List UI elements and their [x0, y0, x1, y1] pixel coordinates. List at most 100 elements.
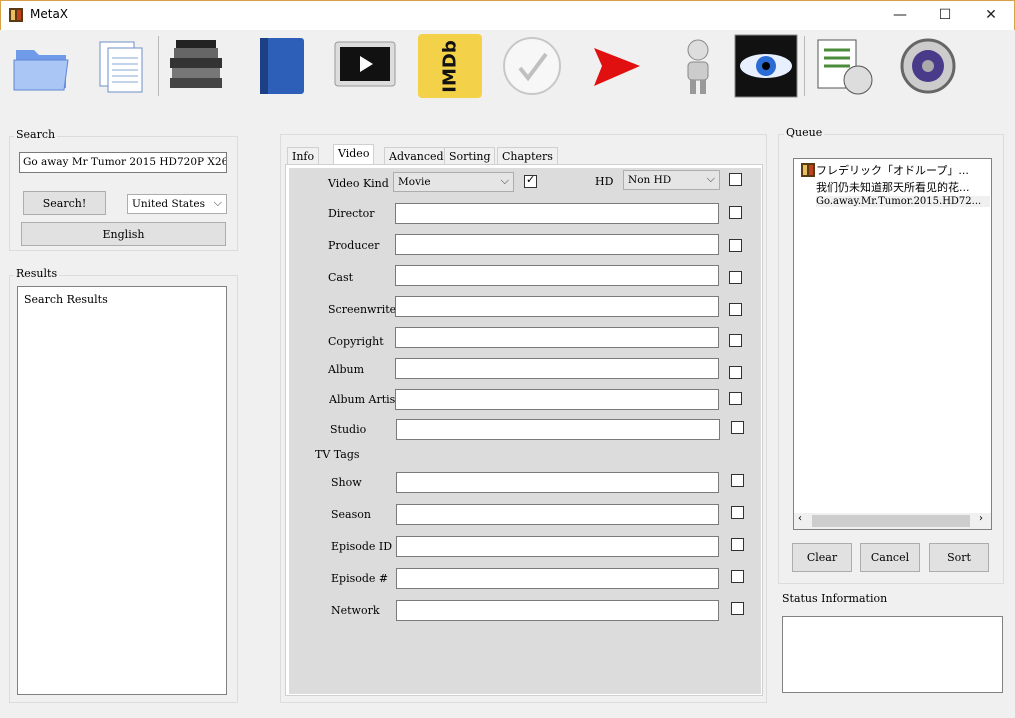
season-field[interactable]	[396, 504, 719, 525]
season-label: Season	[331, 508, 371, 521]
album-checkbox[interactable]	[729, 366, 742, 379]
screenwriter-checkbox[interactable]	[729, 303, 742, 316]
language-button[interactable]: English	[21, 222, 226, 246]
sort-button[interactable]: Sort	[929, 543, 989, 572]
minimize-icon: —	[893, 7, 907, 23]
search-button[interactable]: Search!	[23, 191, 106, 215]
producer-label: Producer	[328, 239, 380, 252]
chevron-down-icon: ⌵	[500, 174, 509, 187]
country-select[interactable]: United States ⌵	[127, 194, 227, 214]
tab-info[interactable]: Info	[287, 147, 320, 165]
toolbar-separator	[804, 36, 805, 96]
toolbar-separator	[158, 36, 159, 96]
new-document-icon[interactable]	[90, 34, 154, 98]
video-player-icon[interactable]	[333, 34, 397, 98]
search-input[interactable]: Go away Mr Tumor 2015 HD720P X264	[19, 152, 227, 173]
tv-tags-label: TV Tags	[315, 448, 360, 461]
tab-video[interactable]: Video	[333, 144, 375, 166]
tab-advanced[interactable]: Advanced	[384, 147, 449, 165]
close-icon: ✕	[985, 7, 997, 23]
studio-label: Studio	[330, 423, 367, 436]
imdb-icon[interactable]: IMDb	[418, 34, 482, 98]
clear-button[interactable]: Clear	[792, 543, 852, 572]
results-list[interactable]: Search Results	[17, 286, 227, 695]
search-group-label: Search	[14, 128, 58, 141]
show-label: Show	[331, 476, 362, 489]
magnifier-icon[interactable]	[896, 34, 960, 98]
chevron-down-icon: ⌵	[213, 196, 222, 209]
show-checkbox[interactable]	[731, 474, 744, 487]
robot-icon[interactable]	[666, 34, 730, 98]
network-label: Network	[331, 604, 380, 617]
list-item[interactable]: Go.away.Mr.Tumor.2015.HD72...	[816, 196, 990, 207]
cast-field[interactable]	[395, 265, 719, 286]
list-settings-icon[interactable]	[812, 34, 876, 98]
screenwriter-field[interactable]	[395, 296, 719, 317]
studio-checkbox[interactable]	[731, 421, 744, 434]
album-artist-field[interactable]	[395, 389, 719, 410]
window-title: MetaX	[30, 7, 69, 21]
album-artist-label: Album Artist	[329, 393, 395, 406]
app-icon	[9, 8, 23, 22]
status-text-box[interactable]	[782, 616, 1003, 693]
copyright-checkbox[interactable]	[729, 334, 742, 347]
book-icon[interactable]	[250, 34, 314, 98]
cast-checkbox[interactable]	[729, 271, 742, 284]
director-label: Director	[328, 207, 375, 220]
list-item[interactable]: Search Results	[24, 293, 108, 306]
tab-sorting[interactable]: Sorting	[444, 147, 496, 165]
minimize-button[interactable]: —	[877, 0, 923, 30]
album-artist-checkbox[interactable]	[729, 392, 742, 405]
studio-field[interactable]	[396, 419, 720, 440]
chevron-left-icon[interactable]: ‹	[798, 513, 802, 524]
queue-group-label: Queue	[784, 126, 825, 139]
country-value: United States	[132, 198, 205, 210]
hd-checkbox[interactable]	[729, 173, 742, 186]
copyright-field[interactable]	[395, 327, 719, 348]
network-field[interactable]	[396, 600, 719, 621]
episode-id-label: Episode ID	[331, 540, 393, 553]
imdb-label: IMDb	[439, 39, 461, 93]
screenwriter-label: Screenwriter	[328, 303, 395, 316]
queue-list[interactable]: フレデリック「オドループ」... 我们仍未知道那天所看见的花... Go.awa…	[793, 158, 992, 530]
list-item[interactable]: フレデリック「オドループ」...	[816, 162, 990, 178]
tab-chapters[interactable]: Chapters	[497, 147, 558, 165]
close-button[interactable]: ✕	[968, 0, 1014, 30]
chevron-right-icon[interactable]: ›	[979, 513, 983, 524]
video-kind-label: Video Kind	[328, 177, 389, 190]
maximize-button[interactable]: ☐	[922, 0, 968, 30]
album-field[interactable]	[395, 358, 719, 379]
horizontal-scrollbar[interactable]: ‹ ›	[794, 513, 991, 529]
open-folder-icon[interactable]	[10, 34, 74, 98]
copyright-label: Copyright	[328, 335, 384, 348]
checkmark-icon[interactable]	[500, 34, 564, 98]
episode-id-checkbox[interactable]	[731, 538, 744, 551]
chevron-down-icon: ⌵	[706, 172, 715, 185]
episode-number-label: Episode #	[331, 572, 389, 585]
eye-icon[interactable]	[734, 34, 798, 98]
episode-number-field[interactable]	[396, 568, 719, 589]
album-label: Album	[328, 363, 365, 376]
app-icon	[800, 162, 816, 178]
scrollbar-thumb[interactable]	[812, 515, 970, 527]
episode-id-field[interactable]	[396, 536, 719, 557]
results-group-label: Results	[14, 267, 60, 280]
title-bar	[0, 0, 1015, 30]
maximize-icon: ☐	[938, 7, 952, 23]
season-checkbox[interactable]	[731, 506, 744, 519]
list-item[interactable]: 我们仍未知道那天所看见的花...	[816, 179, 990, 195]
hd-value: Non HD	[628, 174, 672, 186]
producer-checkbox[interactable]	[729, 239, 742, 252]
video-kind-select[interactable]: Movie ⌵	[393, 172, 514, 192]
red-arrow-icon[interactable]	[584, 34, 648, 98]
director-field[interactable]	[395, 203, 719, 224]
cancel-button[interactable]: Cancel	[860, 543, 920, 572]
video-kind-checkbox[interactable]	[524, 173, 537, 188]
batch-stack-icon[interactable]	[164, 34, 228, 98]
producer-field[interactable]	[395, 234, 719, 255]
director-checkbox[interactable]	[729, 206, 742, 219]
network-checkbox[interactable]	[731, 602, 744, 615]
episode-number-checkbox[interactable]	[731, 570, 744, 583]
show-field[interactable]	[396, 472, 719, 493]
hd-select[interactable]: Non HD ⌵	[623, 170, 720, 190]
